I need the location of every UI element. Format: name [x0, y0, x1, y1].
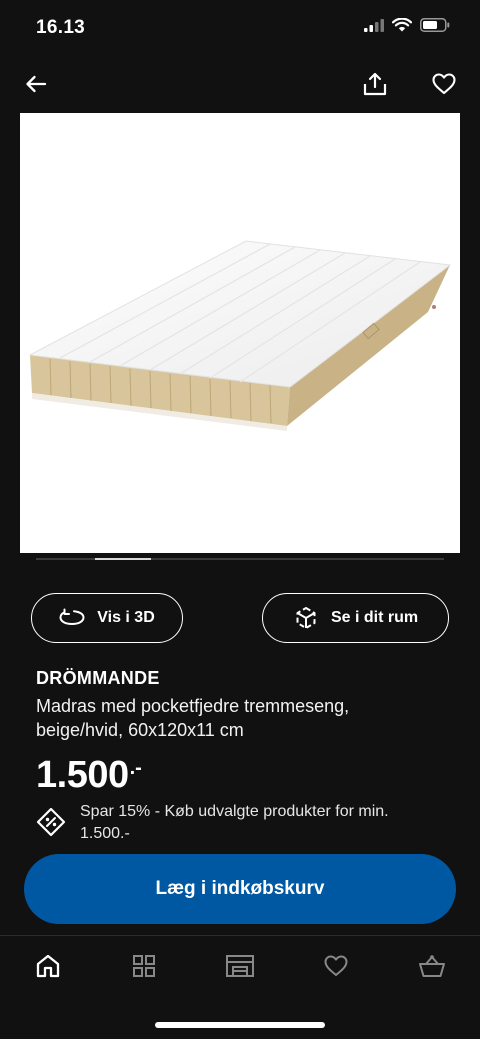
status-bar: 16.13 — [0, 0, 480, 56]
store-icon — [226, 955, 254, 977]
signal-icon — [364, 18, 384, 32]
home-indicator — [155, 1022, 325, 1028]
product-description: Madras med pocketfjedre tremmeseng, beig… — [36, 696, 350, 740]
view-in-room-label: Se i dit rum — [330, 609, 419, 626]
price-suffix: .- — [129, 757, 142, 779]
basket-icon — [419, 955, 445, 977]
top-nav — [0, 62, 480, 106]
status-time: 16.13 — [36, 17, 86, 38]
grid-icon — [133, 955, 155, 977]
share-button[interactable] — [361, 70, 389, 98]
promo-text: Spar 15% - Køb udvalgte produkter for mi… — [80, 803, 389, 842]
mattress-illustration — [28, 240, 452, 431]
back-button[interactable] — [22, 70, 50, 98]
product-image[interactable] — [20, 113, 460, 553]
tab-basket[interactable] — [417, 951, 447, 981]
tab-categories[interactable] — [129, 951, 159, 981]
tab-home[interactable] — [33, 951, 63, 981]
wifi-icon — [392, 18, 412, 32]
heart-icon — [432, 73, 456, 95]
share-icon — [363, 72, 387, 96]
ar-cube-icon — [296, 607, 316, 629]
carousel-thumb — [95, 558, 151, 560]
arrow-left-icon — [26, 75, 47, 93]
price-value: 1.500 — [36, 754, 129, 796]
image-carousel-indicator — [36, 558, 444, 560]
promo-banner: Spar 15% - Køb udvalgte produkter for mi… — [36, 801, 436, 845]
discount-tag-icon — [36, 807, 66, 837]
status-icons — [364, 18, 450, 32]
battery-icon — [420, 18, 450, 32]
heart-icon — [324, 955, 348, 976]
favorite-button[interactable] — [430, 70, 458, 98]
view-3d-label: Vis i 3D — [97, 609, 155, 626]
rotate-3d-icon — [59, 608, 85, 626]
tab-favorites[interactable] — [321, 951, 351, 981]
product-name: DRÖMMANDE — [36, 668, 160, 688]
view-3d-button[interactable]: Vis i 3D — [31, 593, 183, 643]
add-to-cart-label: Læg i indkøbskurv — [155, 878, 325, 899]
view-in-room-button[interactable]: Se i dit rum — [262, 593, 449, 643]
product-price: 1.500 .- — [36, 753, 142, 797]
bottom-tab-bar — [0, 936, 480, 996]
tab-stores[interactable] — [225, 951, 255, 981]
add-to-cart-button[interactable]: Læg i indkøbskurv — [24, 854, 456, 924]
home-icon — [36, 954, 60, 978]
